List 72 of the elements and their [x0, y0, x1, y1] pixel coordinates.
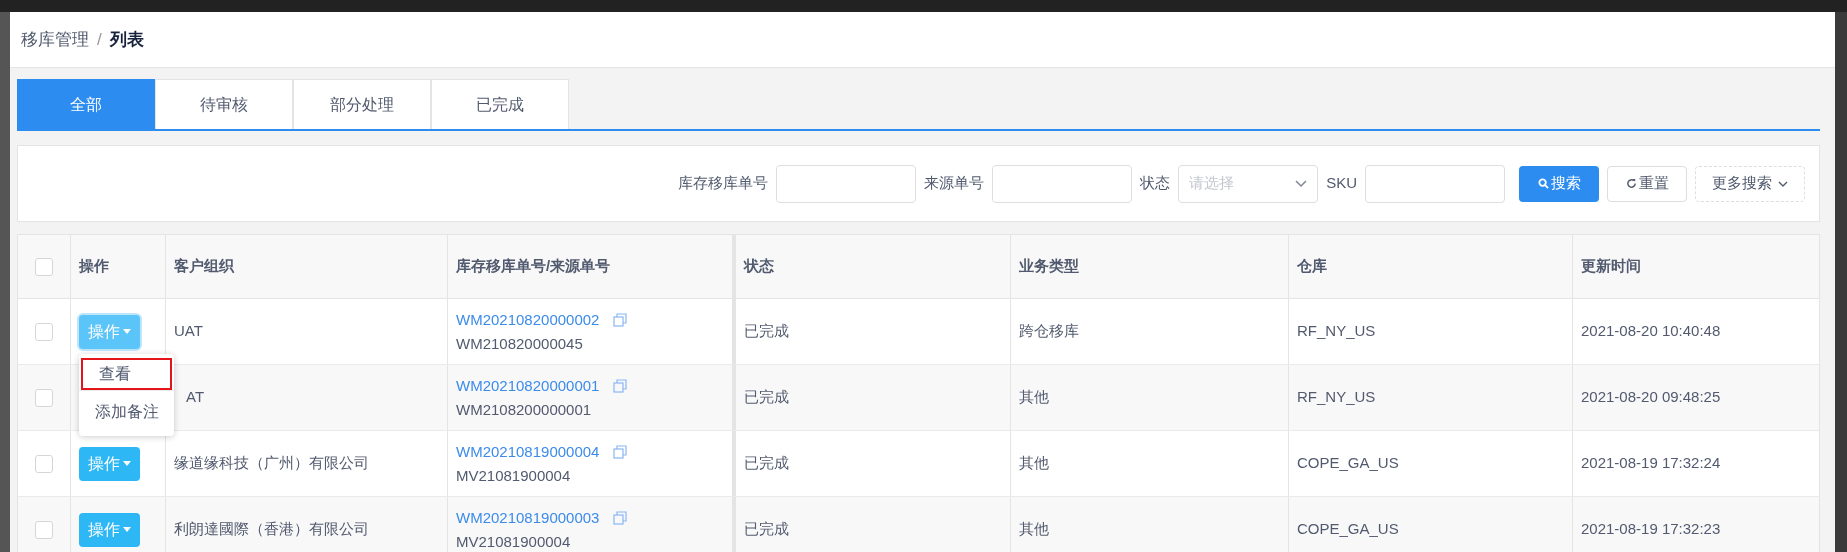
table-cell-text: WM210820000045	[456, 333, 584, 354]
search-icon	[1537, 178, 1549, 189]
table-cell-text: AT	[186, 387, 205, 408]
checkbox[interactable]	[35, 388, 53, 407]
reset-button[interactable]: 重置	[1607, 165, 1687, 202]
table-cell-text: 其他	[1019, 519, 1049, 540]
action-dropdown-button[interactable]: 操作	[79, 512, 140, 547]
tab[interactable]: 已完成	[431, 79, 569, 129]
table-cell-text: UAT	[174, 321, 203, 342]
table-cell-text: COPE_GA_US	[1297, 453, 1399, 474]
caret-icon	[123, 527, 131, 532]
refresh-icon	[1625, 178, 1637, 189]
more-search-button[interactable]: 更多搜索	[1695, 165, 1805, 202]
table-cell-text: RF_NY_US	[1297, 387, 1376, 408]
table-cell-text: 2021-08-20 10:40:48	[1581, 321, 1721, 342]
caret-icon	[123, 461, 131, 466]
caret-icon	[123, 329, 131, 334]
field-label: 来源单号	[924, 173, 985, 194]
tab[interactable]: 全部	[17, 79, 155, 129]
action-dropdown-button[interactable]: 操作	[79, 314, 140, 349]
column-header: 库存移库单号/来源单号	[456, 256, 611, 277]
copy-icon[interactable]	[613, 510, 628, 525]
table-cell-text: 2021-08-19 17:32:24	[1581, 453, 1721, 474]
table-cell-text: 已完成	[744, 519, 789, 540]
table-cell-text: MV21081900004	[456, 531, 572, 552]
table-cell-text: 缘道缘科技（广州）有限公司	[174, 453, 369, 474]
chevron-down-icon	[1778, 180, 1788, 187]
action-dropdown-button[interactable]: 操作	[79, 446, 140, 481]
table-cell-text: RF_NY_US	[1297, 321, 1376, 342]
table-cell-text: 其他	[1019, 453, 1049, 474]
column-header: 操作	[79, 256, 109, 277]
order-link[interactable]: WM20210819000003	[456, 505, 600, 530]
table-cell-text: COPE_GA_US	[1297, 519, 1399, 540]
input-field[interactable]	[992, 164, 1133, 203]
search-button[interactable]: 搜索	[1519, 165, 1599, 202]
tab[interactable]: 待审核	[155, 79, 293, 129]
field-label: 状态	[1140, 173, 1171, 194]
copy-icon[interactable]	[613, 312, 628, 327]
column-header: 仓库	[1297, 256, 1327, 277]
checkbox[interactable]	[35, 257, 53, 276]
tab[interactable]: 部分处理	[293, 79, 431, 129]
input-field[interactable]	[1365, 164, 1505, 203]
breadcrumb-separator: /	[97, 28, 102, 51]
breadcrumb-current: 列表	[109, 28, 144, 51]
table-cell-text: 已完成	[744, 387, 789, 408]
order-link[interactable]: WM20210820000002	[456, 307, 600, 332]
column-header: 客户组织	[174, 256, 234, 277]
checkbox[interactable]	[35, 520, 53, 539]
table-cell-text: 跨仓移库	[1019, 321, 1079, 342]
column-header: 状态	[744, 256, 774, 277]
column-header: 更新时间	[1581, 256, 1641, 277]
input-field[interactable]	[776, 164, 917, 203]
copy-icon[interactable]	[613, 444, 628, 459]
checkbox[interactable]	[35, 322, 53, 341]
table-cell-text: 2021-08-20 09:48:25	[1581, 387, 1721, 408]
order-link[interactable]: WM20210819000004	[456, 439, 600, 464]
column-header: 业务类型	[1019, 256, 1079, 277]
table-cell-text: 已完成	[744, 453, 789, 474]
table-cell-text: 已完成	[744, 321, 789, 342]
field-label: SKU	[1326, 173, 1357, 194]
copy-icon[interactable]	[613, 378, 628, 393]
table-cell-text: 利朗達國際（香港）有限公司	[174, 519, 369, 540]
table-cell-text: MV21081900004	[456, 465, 572, 486]
checkbox[interactable]	[35, 454, 53, 473]
table-cell-text: WM2108200000001	[456, 399, 593, 420]
breadcrumb-link[interactable]: 移库管理	[21, 26, 89, 53]
order-link[interactable]: WM20210820000001	[456, 373, 600, 398]
menu-item[interactable]: 查看	[81, 358, 172, 390]
table-cell-text: 其他	[1019, 387, 1049, 408]
field-label: 库存移库单号	[678, 173, 769, 194]
table-cell-text: 2021-08-19 17:32:23	[1581, 519, 1721, 540]
chevron-down-icon	[1295, 179, 1308, 188]
